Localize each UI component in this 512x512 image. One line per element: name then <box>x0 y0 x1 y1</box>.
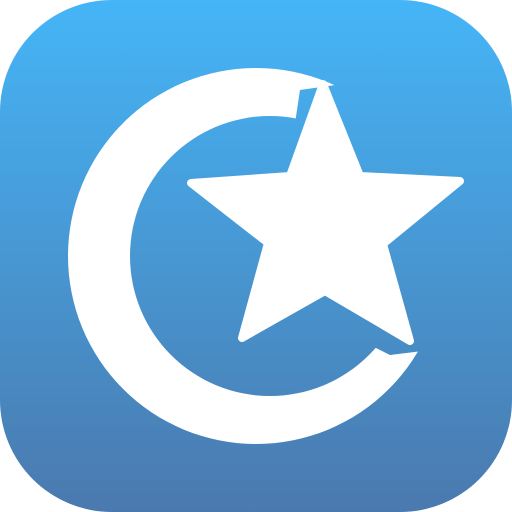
app-icon[interactable] <box>0 0 512 512</box>
app-icon-graphic <box>0 0 512 512</box>
crescent-shape <box>0 0 512 512</box>
